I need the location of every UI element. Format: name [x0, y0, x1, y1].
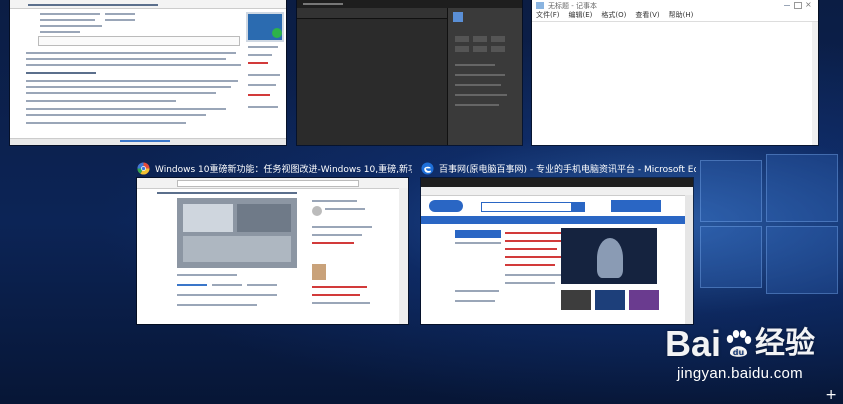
menu-edit: 编辑(E) [568, 11, 593, 19]
chrome-style-browser-icon [137, 161, 150, 175]
jingyan-url: jingyan.baidu.com [676, 365, 803, 382]
close-icon: × [805, 0, 812, 9]
baidu-paw-icon: du [726, 330, 752, 357]
baidu-jingyan-watermark: Bai du 经验 jingyan.baidu.com [665, 325, 815, 383]
menu-view: 查看(V) [635, 11, 660, 19]
browser-window-1-thumbnail[interactable] [137, 178, 408, 324]
menu-format: 格式(O) [601, 11, 627, 19]
notepad-window-thumbnail[interactable]: 无标题 - 记事本 × 文件(F) 编辑(E) 格式(O) 查看(V) 帮助(H… [532, 0, 818, 145]
browser-window-1-caption: Windows 10重磅新功能：任务视图改进-Windows 10,重磅,新功.… [137, 160, 412, 176]
photo-editor-window-thumbnail[interactable] [297, 0, 522, 145]
browser-window-2-title: 百事网(原电脑百事网) - 专业的手机电脑资讯平台 - Microsoft Ed… [439, 164, 696, 175]
edge-browser-icon [421, 161, 434, 175]
browser-window-1-title: Windows 10重磅新功能：任务视图改进-Windows 10,重磅,新功.… [155, 164, 412, 175]
maximize-icon [794, 2, 802, 9]
notepad-icon [536, 2, 544, 9]
baidu-logo: Bai du 经验 [665, 325, 815, 363]
notepad-menu-bar: 文件(F) 编辑(E) 格式(O) 查看(V) 帮助(H) [536, 10, 693, 20]
windows-logo-wallpaper [690, 150, 840, 300]
minimize-icon [782, 1, 792, 8]
browser-window-2-thumbnail[interactable] [421, 178, 693, 324]
browser-window-2-caption: 百事网(原电脑百事网) - 专业的手机电脑资讯平台 - Microsoft Ed… [421, 160, 696, 176]
svg-text:du: du [733, 348, 745, 357]
new-desktop-button[interactable]: + [825, 388, 837, 402]
jingyan-logo-text: 经验 [755, 327, 815, 360]
menu-file: 文件(F) [536, 11, 560, 19]
editor-window-thumbnail[interactable] [10, 0, 286, 145]
baidu-logo-text: Bai [664, 323, 721, 364]
menu-help: 帮助(H) [668, 11, 694, 19]
